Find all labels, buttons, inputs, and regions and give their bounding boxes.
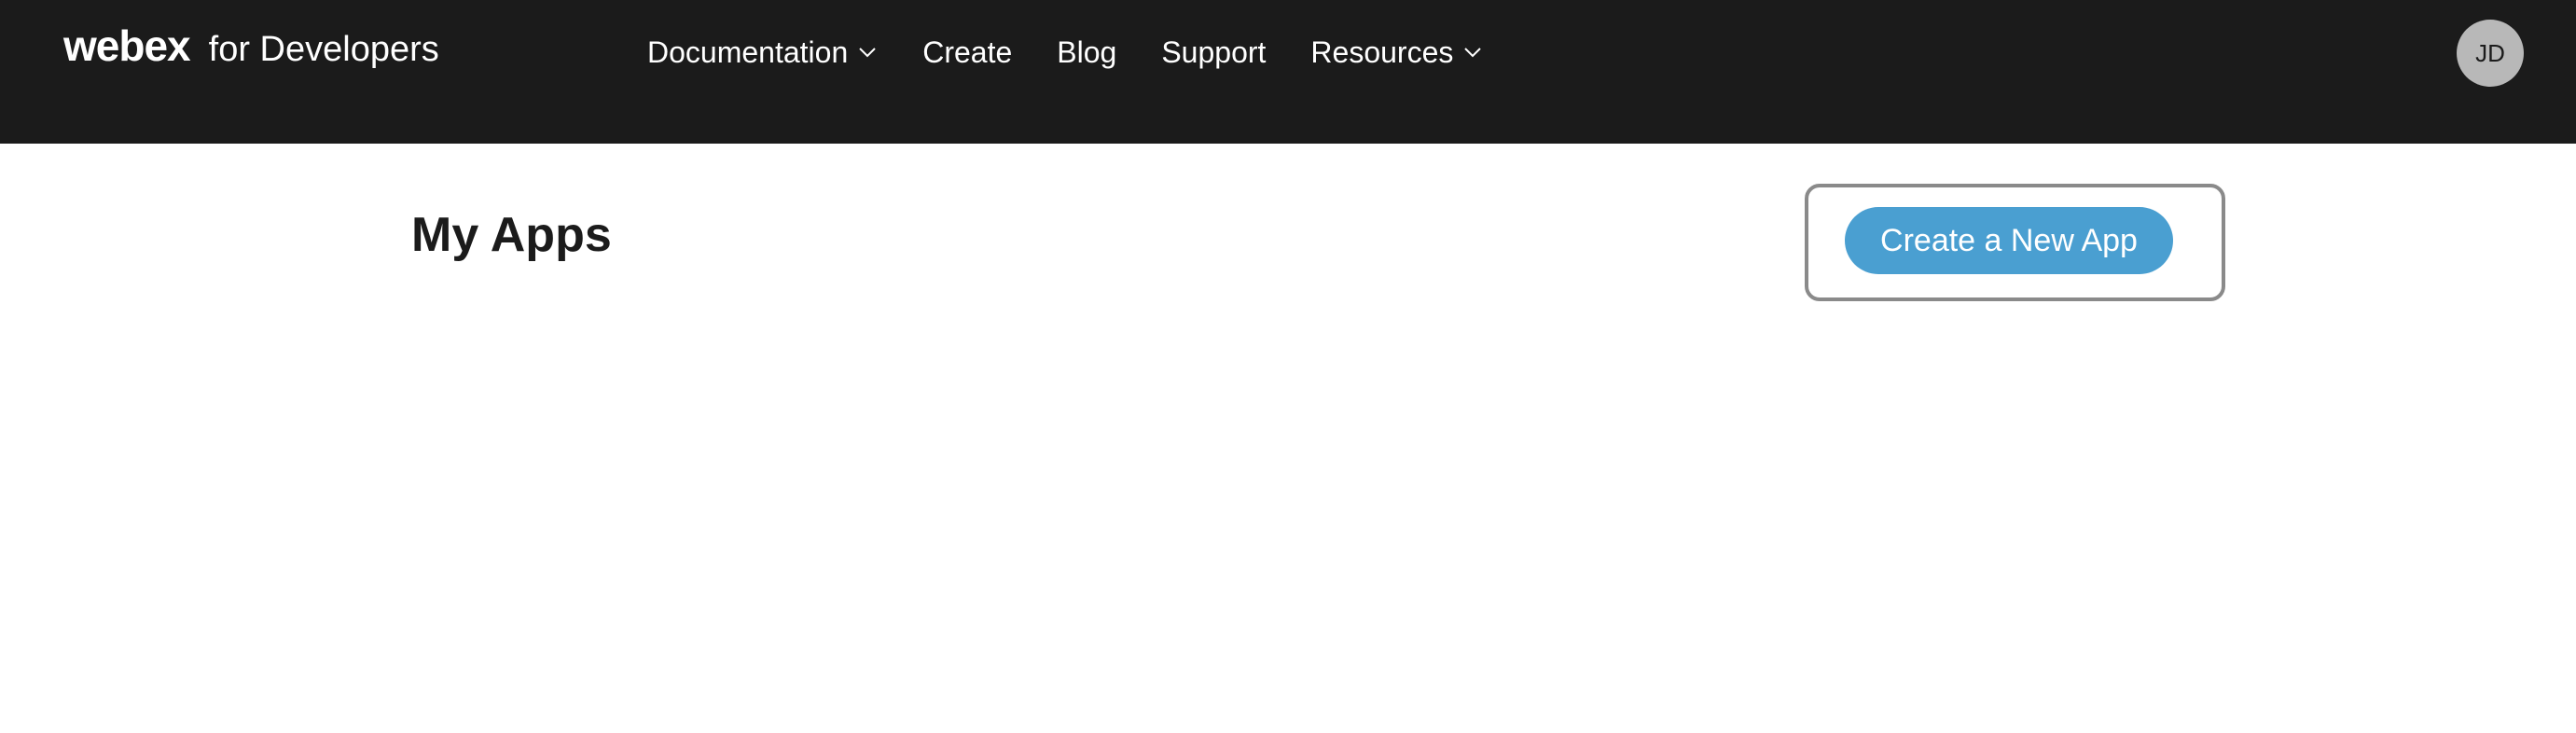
chevron-down-icon bbox=[1464, 48, 1482, 58]
nav-item-create[interactable]: Create bbox=[922, 35, 1012, 70]
nav-item-label: Resources bbox=[1310, 35, 1454, 69]
nav-item-label: Support bbox=[1161, 35, 1267, 69]
avatar-initials: JD bbox=[2475, 38, 2505, 67]
nav-item-documentation[interactable]: Documentation bbox=[647, 35, 878, 70]
nav-item-label: Documentation bbox=[647, 35, 849, 69]
page-title: My Apps bbox=[411, 208, 612, 262]
brand-suffix: for Developers bbox=[208, 30, 439, 69]
brand-wordmark: webex bbox=[63, 21, 191, 70]
create-new-app-button[interactable]: Create a New App bbox=[1845, 207, 2173, 274]
brand-logo[interactable]: webex for Developers bbox=[63, 21, 439, 71]
chevron-down-icon bbox=[859, 48, 876, 58]
nav-item-label: Create bbox=[922, 35, 1013, 69]
nav-item-label: Blog bbox=[1057, 35, 1117, 69]
user-avatar[interactable]: JD bbox=[2457, 20, 2524, 87]
nav-item-support[interactable]: Support bbox=[1161, 35, 1266, 70]
nav-item-resources[interactable]: Resources bbox=[1310, 35, 1483, 70]
top-navigation-bar: webex for Developers Documentation Creat… bbox=[0, 0, 2576, 144]
nav-item-blog[interactable]: Blog bbox=[1057, 35, 1116, 70]
main-nav: Documentation Create Blog Support Resour… bbox=[647, 32, 1528, 73]
